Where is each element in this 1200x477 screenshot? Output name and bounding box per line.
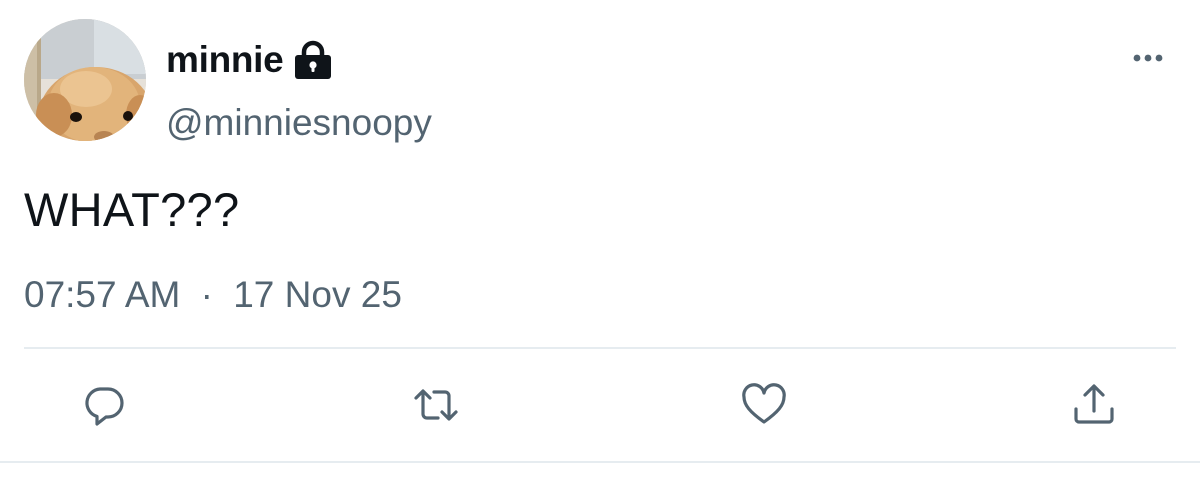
reply-icon [85, 387, 124, 426]
like-button[interactable] [740, 381, 788, 429]
more-options-button[interactable] [1128, 46, 1168, 70]
avatar-image [24, 19, 146, 141]
more-options-icon [1133, 54, 1163, 62]
timestamp-row: 07:57 AM · 17 Nov 25 [24, 274, 402, 316]
tweet-time[interactable]: 07:57 AM [24, 274, 180, 315]
retweet-button[interactable] [412, 381, 460, 429]
author-name-row: minnie [166, 36, 335, 84]
tweet-date[interactable]: 17 Nov 25 [233, 274, 402, 315]
tweet-text: WHAT??? [24, 183, 240, 236]
heart-icon [742, 383, 786, 424]
share-button[interactable] [1070, 381, 1118, 429]
author-handle[interactable]: @minniesnoopy [166, 102, 432, 144]
retweet-icon [414, 389, 458, 421]
bottom-divider [0, 461, 1200, 463]
reply-button[interactable] [80, 381, 128, 429]
display-name[interactable]: minnie [166, 39, 284, 81]
timestamp-separator: · [200, 274, 213, 315]
divider [24, 347, 1176, 349]
share-icon [1074, 384, 1114, 424]
tweet: minnie @minniesnoopy WHAT??? 07:57 AM · … [0, 0, 1200, 477]
avatar[interactable] [24, 19, 146, 141]
lock-icon [291, 40, 335, 80]
